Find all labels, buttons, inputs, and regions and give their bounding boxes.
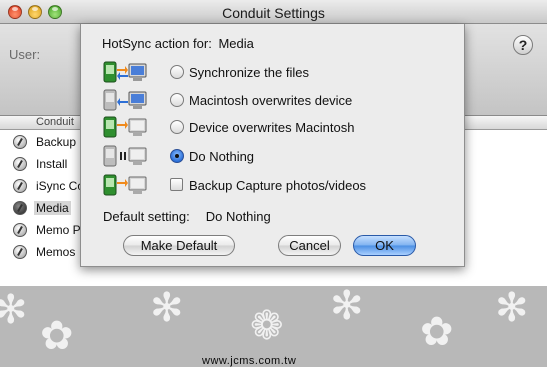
option-label: Do Nothing [189,149,255,164]
leaf-decoration: ✻ [150,286,184,330]
list-item-label: iSync Co [36,179,85,193]
leaf-decoration: ✻ [330,286,364,328]
mac-to-device-icon [103,89,147,111]
heading-target: Media [218,36,254,51]
heading-prefix: HotSync action for: [102,36,216,51]
device-to-mac-icon [103,174,147,196]
hotsync-action-sheet: HotSync action for: Media Synchronize th… [80,24,465,267]
leaf-decoration: ❁ [250,304,284,348]
option-synchronize[interactable]: Synchronize the files [103,61,443,83]
help-button[interactable]: ? [513,35,533,55]
sheet-heading: HotSync action for: Media [102,36,257,51]
do-nothing-icon [103,145,147,167]
ok-button[interactable]: OK [353,235,416,256]
make-default-button[interactable]: Make Default [123,235,235,256]
leaf-decoration: ✻ [495,286,529,330]
option-device-overwrites-mac[interactable]: Device overwrites Macintosh [103,116,443,138]
option-label: Synchronize the files [189,65,309,80]
list-item-label: Memos [36,245,76,259]
window-title: Conduit Settings [222,5,325,21]
sync-both-icon [103,61,147,83]
list-item-label: Media [34,201,71,215]
option-label: Backup Capture photos/videos [189,178,367,193]
list-header-conduit: Conduit [36,116,74,128]
leaf-decoration: ✿ [420,310,454,354]
radio-device-overwrites-mac[interactable] [170,120,184,134]
desktop-background: ✻ ✿ ✻ ❁ ✻ ✿ ✻ www.jcms.com.tw [0,286,547,367]
radio-mac-overwrites-device[interactable] [170,93,184,107]
list-item-label: Install [36,157,68,171]
radio-synchronize[interactable] [170,65,184,79]
conduit-icon [13,157,27,171]
option-do-nothing[interactable]: Do Nothing [103,145,443,167]
title-bar: Conduit Settings [0,0,547,24]
default-setting: Default setting: Do Nothing [103,209,271,224]
user-label: User: [9,47,41,62]
conduit-icon [13,135,27,149]
checkbox-backup-capture[interactable] [170,178,183,191]
radio-do-nothing[interactable] [170,149,184,163]
conduit-icon [13,201,27,215]
watermark-text: www.jcms.com.tw [202,355,297,367]
default-setting-value: Do Nothing [205,209,271,224]
option-backup-capture[interactable]: Backup Capture photos/videos [103,174,443,196]
option-mac-overwrites-device[interactable]: Macintosh overwrites device [103,89,443,111]
leaf-decoration: ✻ [0,288,28,332]
conduit-icon [13,179,27,193]
conduit-icon [13,245,27,259]
default-setting-label: Default setting: [103,209,190,224]
conduit-icon [13,223,27,237]
option-label: Device overwrites Macintosh [189,120,355,135]
option-label: Macintosh overwrites device [189,93,353,108]
device-to-mac-icon [103,116,147,138]
leaf-decoration: ✿ [40,314,74,358]
list-item-label: Backup [36,135,77,149]
cancel-button[interactable]: Cancel [278,235,341,256]
